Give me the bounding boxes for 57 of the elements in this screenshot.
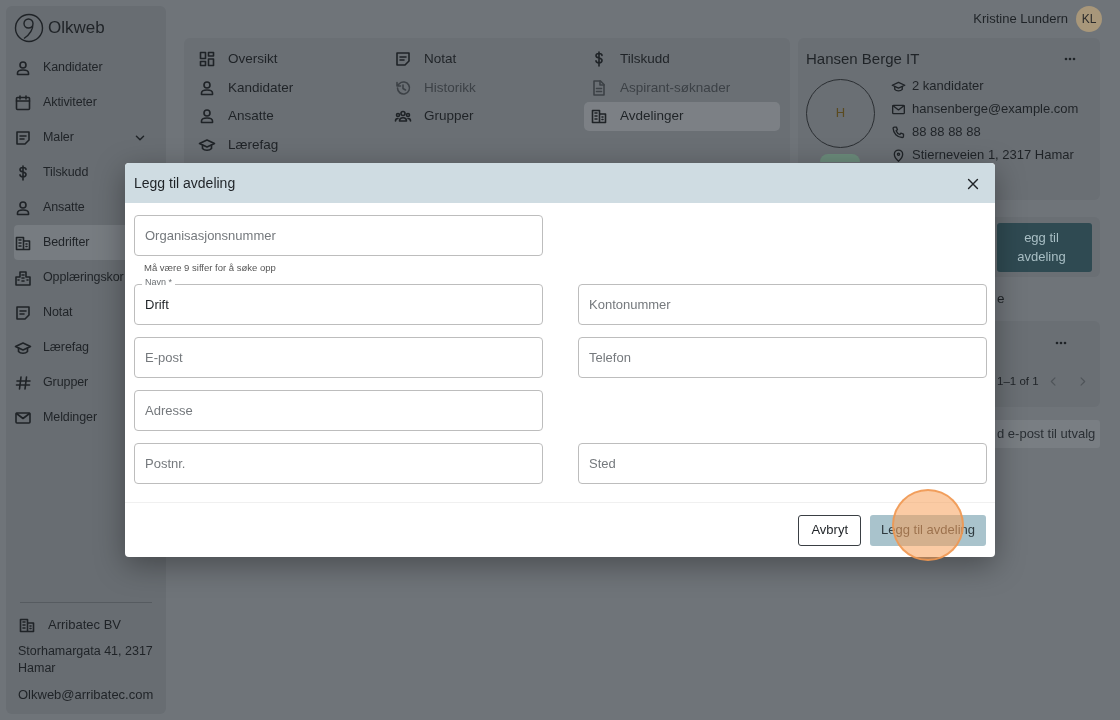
sidebar-item[interactable]: Maler: [14, 120, 158, 155]
person-icon: [198, 107, 216, 126]
more-icon[interactable]: [1064, 57, 1076, 62]
dialog-title: Legg til avdeling: [134, 173, 236, 193]
nav-item[interactable]: Notat: [388, 45, 584, 74]
document-icon: [590, 78, 608, 97]
nav-item[interactable]: Tilskudd: [584, 45, 780, 74]
input-field[interactable]: Telefon: [578, 337, 987, 378]
add-department-button[interactable]: egg til avdeling: [997, 222, 1092, 272]
logo-icon: [14, 13, 44, 43]
person-icon: [14, 58, 32, 77]
nav-item[interactable]: Avdelinger: [584, 102, 780, 131]
nav-item[interactable]: Kandidater: [192, 73, 388, 102]
user-name: Kristine Lundern: [973, 10, 1068, 29]
company-address: Stierneveien 1, 2317 Hamar: [912, 146, 1074, 165]
status-pill: [820, 153, 860, 162]
building-icon: [590, 107, 608, 126]
location-icon: [891, 147, 906, 163]
input-field[interactable]: Organisasjonsnummer: [134, 215, 543, 256]
calendar-icon: [14, 93, 32, 112]
buildings-icon: [14, 268, 32, 287]
note-icon: [14, 303, 32, 322]
input-field[interactable]: Postnr.: [134, 443, 543, 484]
input-field[interactable]: Sted: [578, 443, 987, 484]
person-icon: [14, 198, 32, 217]
phone-icon: [891, 124, 906, 140]
helper-text: Må være 9 siffer for å søke opp: [144, 261, 276, 275]
input-field[interactable]: Drift: [134, 284, 543, 325]
nav-item[interactable]: Ansatte: [192, 102, 388, 131]
card-title: Hansen Berge IT: [806, 49, 920, 69]
person-icon: [198, 78, 216, 97]
nav-item[interactable]: Grupper: [388, 102, 584, 131]
grid-icon: [198, 50, 216, 69]
more-icon[interactable]: [1055, 341, 1067, 345]
pagination-text: 1–1 of 1: [997, 374, 1039, 389]
company-address: Storhamargata 41, 2317 Hamar: [17, 642, 154, 677]
note-icon: [14, 128, 32, 147]
field-label: Navn *: [142, 278, 175, 287]
phone-number: 88 88 88 88: [912, 123, 981, 142]
input-field[interactable]: E-post: [134, 337, 543, 378]
input-field[interactable]: Adresse: [134, 390, 543, 431]
candidate-count: 2 kandidater: [912, 77, 984, 96]
email-link[interactable]: hansenberge@example.com: [912, 99, 1079, 119]
hash-icon: [14, 373, 32, 392]
input-field[interactable]: Kontonummer: [578, 284, 987, 325]
user-avatar[interactable]: KL: [1076, 6, 1102, 32]
company-name: Arribatec BV: [47, 616, 121, 634]
email-link[interactable]: Olkweb@arribatec.com: [18, 686, 154, 702]
nav-item[interactable]: Oversikt: [192, 45, 388, 74]
nav-item[interactable]: Lærefag: [192, 130, 388, 159]
sidebar-item[interactable]: Kandidater: [14, 50, 158, 85]
sidebar-item[interactable]: Aktiviteter: [14, 85, 158, 120]
brand-name: Olkweb: [48, 17, 105, 40]
history-icon: [394, 78, 412, 97]
section-heading: e: [997, 289, 1005, 308]
note-icon: [394, 50, 412, 69]
cancel-button[interactable]: Avbryt: [798, 514, 862, 546]
